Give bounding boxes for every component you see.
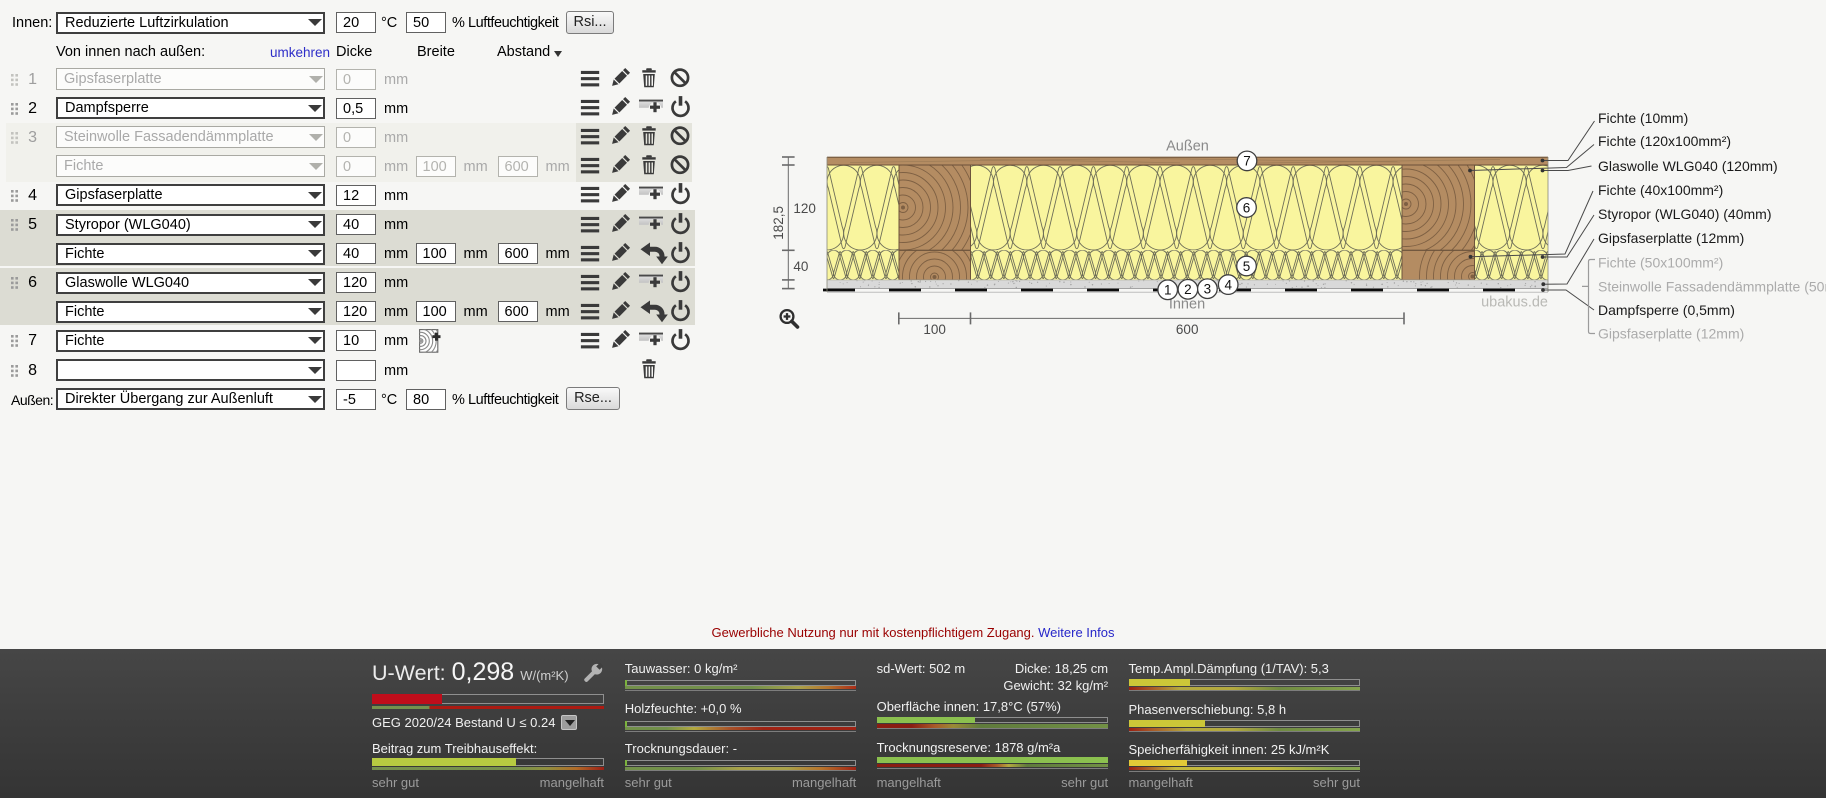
svg-text:Glaswolle WLG040 (120mm): Glaswolle WLG040 (120mm) <box>1598 158 1778 174</box>
svg-text:1: 1 <box>1164 283 1172 298</box>
svg-text:4: 4 <box>1224 277 1232 292</box>
svg-text:40: 40 <box>793 259 808 274</box>
svg-text:Dampfsperre (0,5mm): Dampfsperre (0,5mm) <box>1598 302 1735 318</box>
svg-text:Gipsfaserplatte (12mm): Gipsfaserplatte (12mm) <box>1598 230 1744 246</box>
svg-text:120: 120 <box>793 201 816 216</box>
svg-text:Fichte (40x100mm²): Fichte (40x100mm²) <box>1598 182 1723 198</box>
svg-text:6: 6 <box>1243 200 1251 215</box>
svg-text:Fichte (10mm): Fichte (10mm) <box>1598 110 1688 126</box>
svg-text:100: 100 <box>923 322 946 337</box>
svg-text:ubakus.de: ubakus.de <box>1481 295 1548 311</box>
svg-text:Gipsfaserplatte (12mm): Gipsfaserplatte (12mm) <box>1598 326 1744 342</box>
svg-text:5: 5 <box>1243 259 1251 274</box>
svg-text:3: 3 <box>1204 282 1212 297</box>
svg-text:Fichte (50x100mm²): Fichte (50x100mm²) <box>1598 254 1723 270</box>
svg-text:Styropor (WLG040) (40mm): Styropor (WLG040) (40mm) <box>1598 206 1771 222</box>
svg-text:Außen: Außen <box>1166 139 1209 155</box>
svg-text:182,5: 182,5 <box>771 206 786 240</box>
svg-text:Steinwolle Fassadendämmplatte: Steinwolle Fassadendämmplatte (50mm) <box>1598 279 1826 295</box>
svg-text:600: 600 <box>1176 322 1199 337</box>
svg-text:7: 7 <box>1243 154 1251 169</box>
svg-text:2: 2 <box>1184 282 1192 297</box>
svg-text:Fichte (120x100mm²): Fichte (120x100mm²) <box>1598 133 1731 149</box>
